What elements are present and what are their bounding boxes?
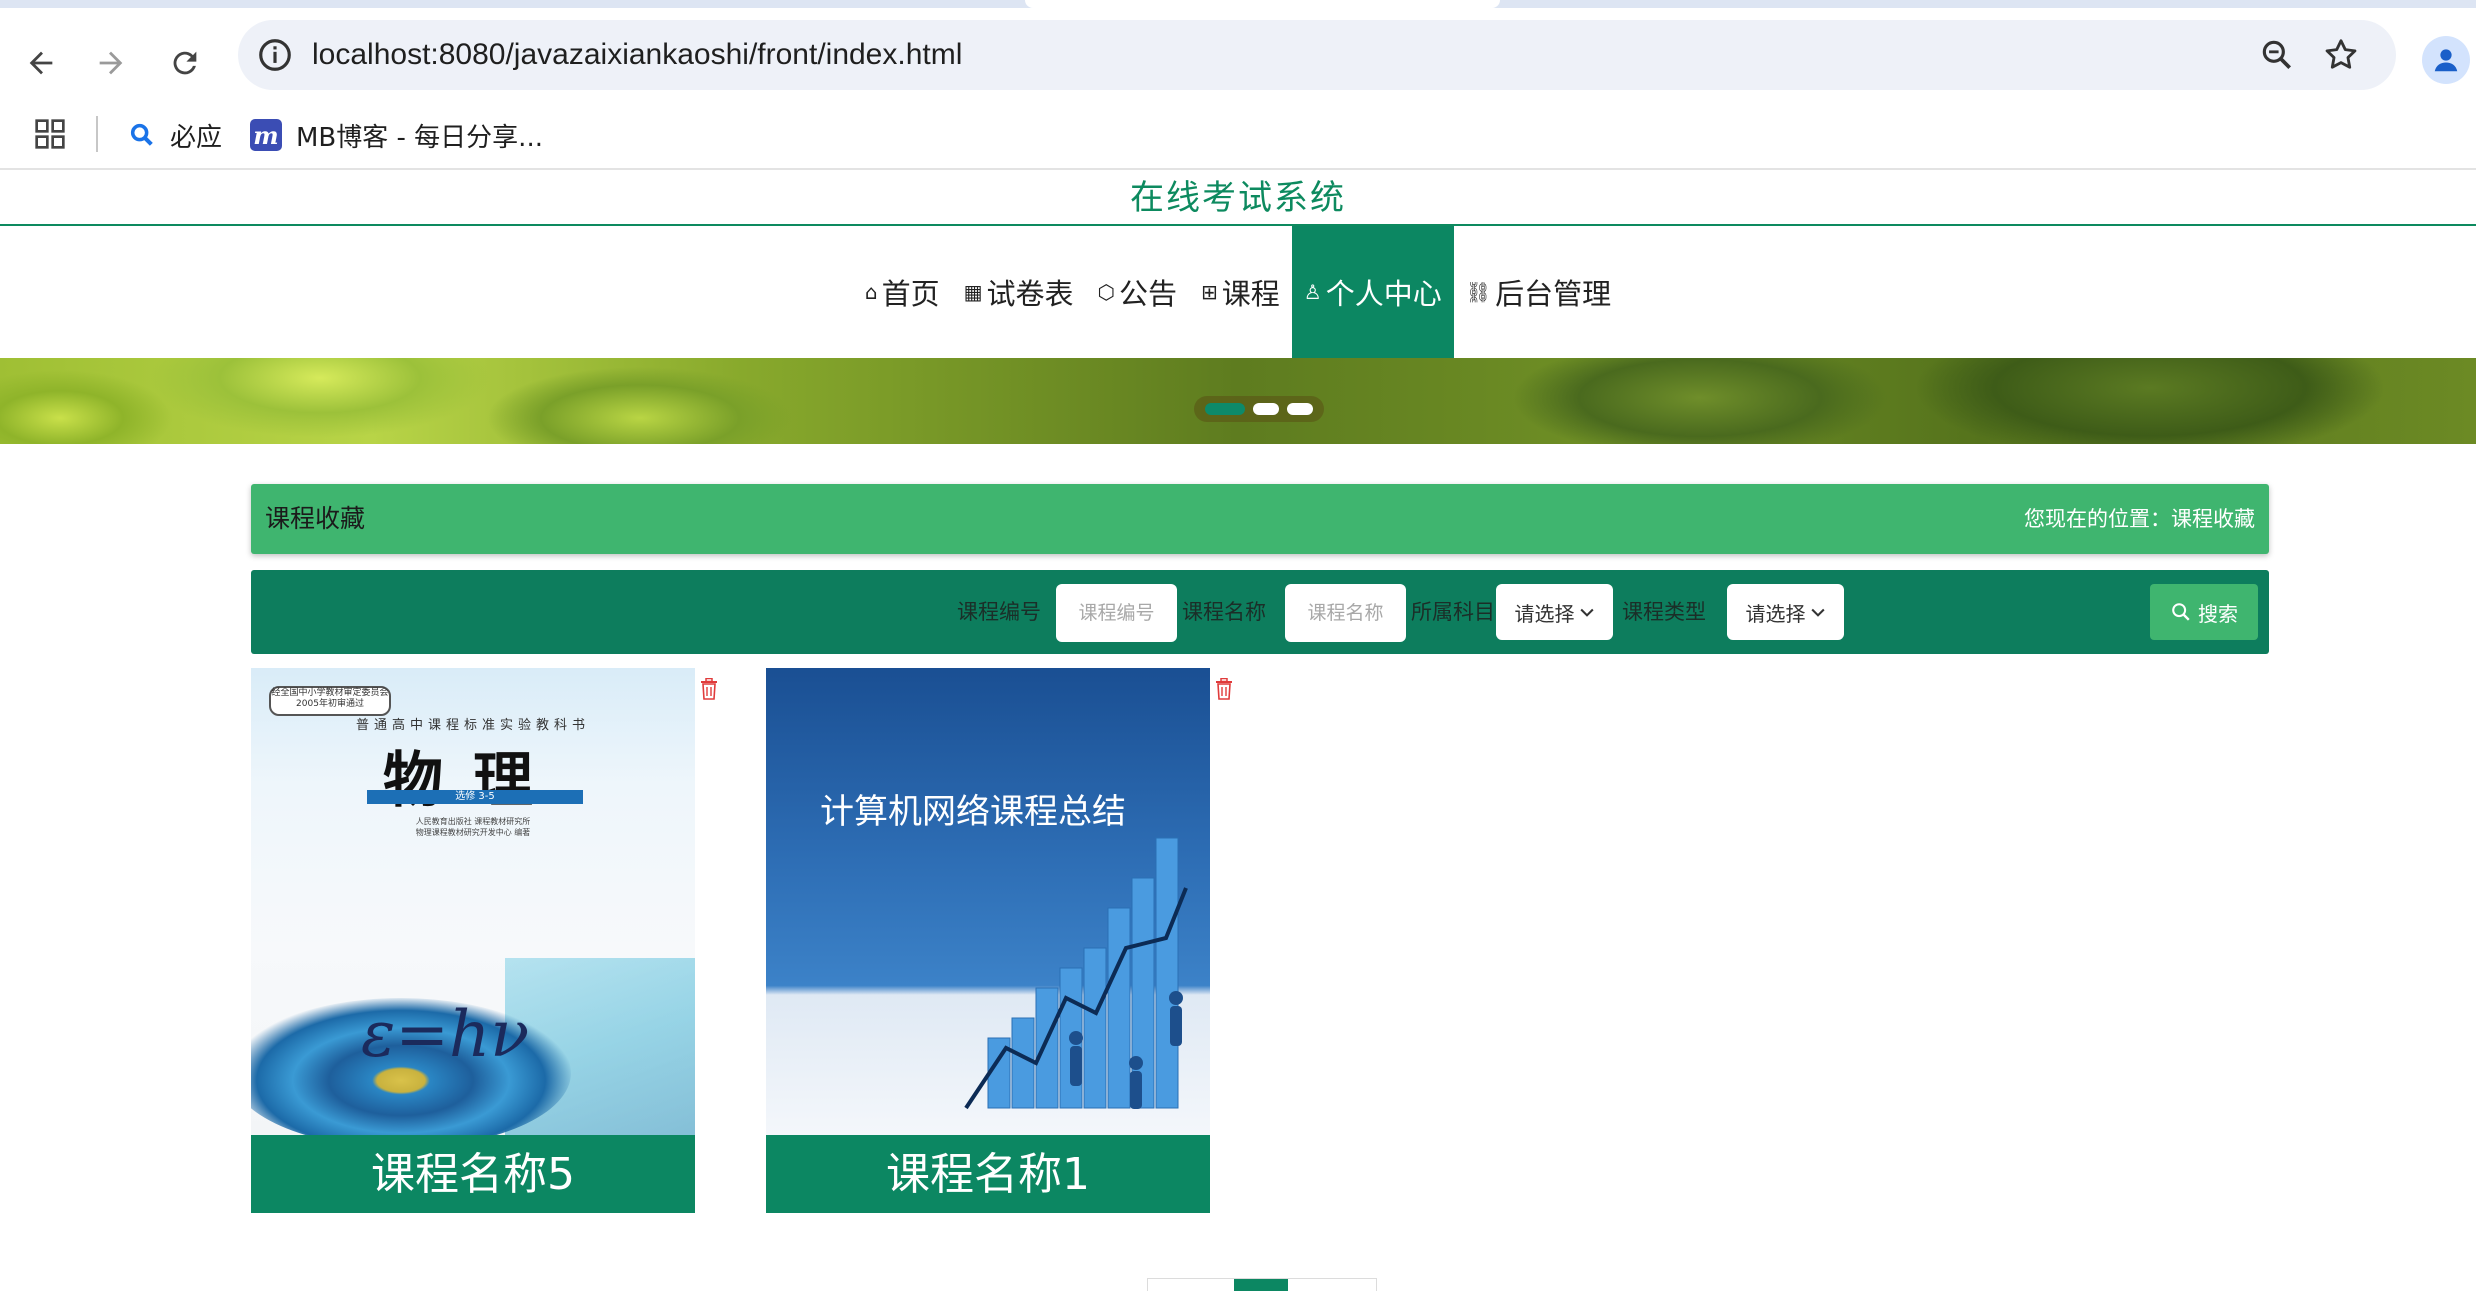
cube-icon: ⬡ xyxy=(1097,280,1115,304)
bookmark-label: MB博客 - 每日分享... xyxy=(296,122,543,153)
cover-volume: 选修 3-5 xyxy=(367,790,583,804)
nav-item-courses[interactable]: ⊞ 课程 xyxy=(1189,226,1292,358)
bing-search-icon xyxy=(130,123,153,146)
person-icon xyxy=(2434,49,2458,72)
nav-label: 个人中心 xyxy=(1325,277,1442,311)
nav-item-exam-papers[interactable]: ▦ 试卷表 xyxy=(952,226,1086,358)
nav-item-personal-center[interactable]: ♙ 个人中心 xyxy=(1291,226,1454,358)
nav-label: 首页 xyxy=(881,277,940,311)
trash-icon[interactable] xyxy=(699,678,719,700)
pagination-current-page[interactable] xyxy=(1234,1279,1288,1291)
subject-select[interactable]: 请选择 xyxy=(1496,584,1613,640)
bookmark-bing[interactable]: 必应 xyxy=(128,114,222,156)
apps-grid-icon[interactable] xyxy=(34,118,66,150)
pagination xyxy=(1147,1278,1377,1291)
back-button[interactable] xyxy=(14,36,68,90)
cover-publisher-line: 人民教育出版社 课程教材研究所 xyxy=(415,817,531,826)
nav-item-home[interactable]: ⌂ 首页 xyxy=(853,226,952,358)
address-bar[interactable]: localhost:8080/javazaixiankaoshi/front/i… xyxy=(238,20,2396,90)
section-title: 课程收藏 xyxy=(265,504,366,533)
bookmark-label: 必应 xyxy=(170,122,223,153)
course-no-input[interactable] xyxy=(1056,584,1177,642)
cover-publisher: 人民教育出版社 课程教材研究所 物理课程教材研究开发中心 编著 xyxy=(251,816,695,838)
nav-label: 试卷表 xyxy=(986,277,1074,311)
browser-toolbar: localhost:8080/javazaixiankaoshi/front/i… xyxy=(0,8,2476,102)
search-button-label: 搜索 xyxy=(2198,601,2238,626)
home-icon: ⌂ xyxy=(864,280,878,304)
trash-icon[interactable] xyxy=(1214,678,1234,700)
bookmark-separator xyxy=(96,116,98,152)
carousel-indicators xyxy=(1194,396,1324,422)
course-card[interactable]: 经全国中小学教材审定委员会 2005年初审通过 普通高中课程标准实验教科书 物理… xyxy=(251,668,695,1213)
type-select[interactable]: 请选择 xyxy=(1727,584,1844,640)
search-form: 课程编号 课程名称 所属科目 请选择 课程类型 请选择 搜索 xyxy=(251,570,2269,654)
carousel-dot-2[interactable] xyxy=(1253,403,1279,415)
nav-label: 课程 xyxy=(1221,277,1280,311)
bar-chart-illustration xyxy=(964,837,1188,1110)
nav-label: 公告 xyxy=(1118,277,1177,311)
course-cover-image: 经全国中小学教材审定委员会 2005年初审通过 普通高中课程标准实验教科书 物理… xyxy=(251,668,695,1135)
bookmark-star-icon[interactable] xyxy=(2322,36,2360,74)
bookmark-mb-blog[interactable]: m MB博客 - 每日分享... xyxy=(250,114,543,156)
active-tab[interactable] xyxy=(1025,0,1500,8)
cover-publisher-line: 物理课程教材研究开发中心 编著 xyxy=(415,828,531,837)
cover-series: 普通高中课程标准实验教科书 xyxy=(355,718,590,733)
carousel-dot-3[interactable] xyxy=(1287,403,1313,415)
course-no-label: 课程编号 xyxy=(957,600,1041,624)
reload-button[interactable] xyxy=(158,36,212,90)
carousel-dot-1[interactable] xyxy=(1205,403,1245,415)
reload-icon xyxy=(173,51,197,75)
bookmarks-bar: 必应 m MB博客 - 每日分享... xyxy=(0,102,2476,170)
course-card[interactable]: 计算机网络课程总结 课程名称1 xyxy=(766,668,1210,1213)
chevron-down-icon xyxy=(1580,608,1594,617)
breadcrumb: 您现在的位置：课程收藏 xyxy=(2024,507,2255,531)
main-navigation: ⌂ 首页 ▦ 试卷表 ⬡ 公告 ⊞ 课程 ♙ 个人中心 ⛓ 后台管理 xyxy=(0,226,2476,358)
nav-item-announcements[interactable]: ⬡ 公告 xyxy=(1086,226,1189,358)
cover-subject: 物理 xyxy=(383,746,563,816)
course-cover-image: 计算机网络课程总结 xyxy=(766,668,1210,1135)
cover-formula: ε=hν xyxy=(361,998,530,1072)
arrow-left-icon xyxy=(29,51,53,75)
link-icon: ⛓ xyxy=(1465,280,1492,304)
nav-label: 后台管理 xyxy=(1495,277,1612,311)
section-header: 课程收藏 您现在的位置：课程收藏 xyxy=(251,484,2269,554)
profile-avatar[interactable] xyxy=(2422,36,2470,84)
arrow-right-icon xyxy=(99,51,123,75)
url-text[interactable]: localhost:8080/javazaixiankaoshi/front/i… xyxy=(312,20,962,90)
search-icon xyxy=(2172,603,2190,621)
course-name-label: 课程名称 xyxy=(1182,600,1266,624)
info-icon[interactable] xyxy=(256,36,294,74)
search-button[interactable]: 搜索 xyxy=(2150,584,2258,640)
forward-button[interactable] xyxy=(84,36,138,90)
site-title: 在线考试系统 xyxy=(1130,178,1346,218)
course-card-title[interactable]: 课程名称5 xyxy=(251,1135,695,1213)
type-label: 课程类型 xyxy=(1622,600,1706,624)
course-name-input[interactable] xyxy=(1285,584,1406,642)
course-card-title[interactable]: 课程名称1 xyxy=(766,1135,1210,1213)
subject-label: 所属科目 xyxy=(1411,600,1495,624)
cover-badge: 经全国中小学教材审定委员会 2005年初审通过 xyxy=(269,686,391,716)
banner-carousel[interactable] xyxy=(0,358,2476,444)
gift-icon: ⊞ xyxy=(1200,280,1218,304)
user-icon: ♙ xyxy=(1303,280,1322,304)
grid-icon: ▦ xyxy=(963,280,983,304)
chevron-down-icon xyxy=(1811,608,1825,617)
site-header: 在线考试系统 xyxy=(0,170,2476,226)
nav-item-admin[interactable]: ⛓ 后台管理 xyxy=(1454,226,1623,358)
tab-strip xyxy=(0,0,2476,8)
zoom-icon[interactable] xyxy=(2258,36,2296,74)
mb-blog-icon: m xyxy=(250,119,282,151)
